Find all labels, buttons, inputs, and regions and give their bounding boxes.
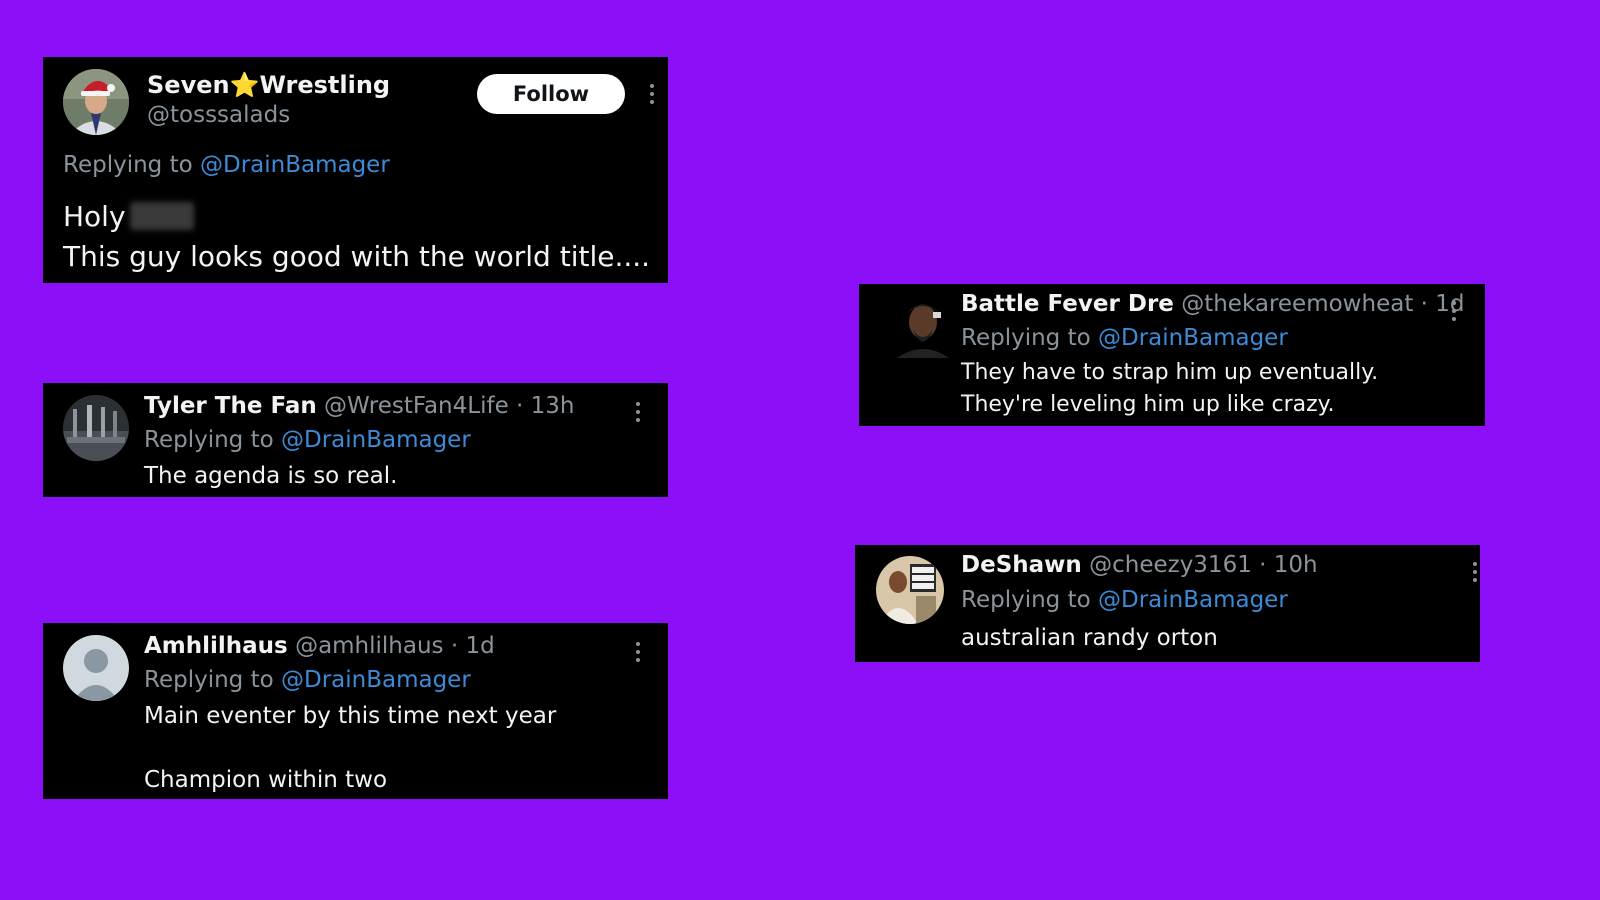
post-text: australian randy orton	[961, 625, 1218, 651]
post-header: Seven⭐Wrestling	[147, 70, 390, 101]
post-header: DeShawn @cheezy3161 · 10h	[961, 550, 1318, 580]
profile-photo-icon	[63, 395, 129, 461]
replying-to: Replying to @DrainBamager	[961, 323, 1288, 353]
timestamp[interactable]: 1d	[465, 633, 494, 659]
profile-photo-icon	[889, 292, 955, 358]
post-text-line: Champion within two	[144, 767, 388, 793]
tweet-card-battle-fever-dre: Battle Fever Dre @thekareemowheat · 1d R…	[859, 284, 1485, 426]
display-name[interactable]: Battle Fever Dre	[961, 291, 1174, 317]
post-text-line: Holy	[63, 197, 650, 237]
user-handle[interactable]: @cheezy3161	[1089, 552, 1252, 578]
tweet-card-seven-wrestling: Seven⭐Wrestling @tosssalads Follow Reply…	[43, 57, 668, 283]
post-header: Amhlilhaus @amhlilhaus · 1d	[144, 631, 495, 661]
post-text-spacer	[144, 732, 556, 764]
mention-link[interactable]: @DrainBamager	[281, 667, 471, 693]
post-text-line: This guy looks good with the world title…	[63, 240, 651, 273]
replying-to-label: Replying to	[144, 427, 281, 453]
more-options-icon[interactable]	[1451, 301, 1457, 323]
profile-photo-icon	[63, 69, 129, 135]
user-handle[interactable]: @thekareemowheat	[1181, 291, 1413, 317]
replying-to-label: Replying to	[144, 667, 281, 693]
post-text: Holy This guy looks good with the world …	[63, 197, 650, 277]
post-text: The agenda is so real.	[144, 463, 398, 489]
avatar[interactable]	[889, 292, 955, 358]
mention-link[interactable]: @DrainBamager	[1098, 325, 1288, 351]
post-header: Tyler The Fan @WrestFan4Life · 13h	[144, 391, 575, 421]
display-name[interactable]: Amhlilhaus	[144, 633, 288, 659]
more-options-icon[interactable]	[635, 402, 641, 424]
timestamp[interactable]: 10h	[1274, 552, 1318, 578]
timestamp[interactable]: 1d	[1435, 291, 1464, 317]
post-header: Battle Fever Dre @thekareemowheat · 1d	[961, 289, 1465, 319]
separator-dot: ·	[1413, 291, 1436, 317]
tweet-card-tyler-the-fan: Tyler The Fan @WrestFan4Life · 13h Reply…	[43, 383, 668, 497]
replying-to-label: Replying to	[63, 152, 200, 178]
mention-link[interactable]: @DrainBamager	[281, 427, 471, 453]
post-text-line: Main eventer by this time next year	[144, 703, 557, 729]
user-handle[interactable]: @WrestFan4Life	[324, 393, 509, 419]
avatar[interactable]	[63, 395, 129, 461]
user-handle[interactable]: @amhlilhaus	[295, 633, 443, 659]
separator-dot: ·	[1251, 552, 1274, 578]
more-options-icon[interactable]	[649, 84, 655, 106]
post-handle-row: @tosssalads	[147, 100, 290, 130]
avatar[interactable]	[876, 556, 944, 624]
follow-button[interactable]: Follow	[477, 74, 625, 114]
tweet-card-deshawn: DeShawn @cheezy3161 · 10h Replying to @D…	[855, 545, 1480, 662]
replying-to-label: Replying to	[961, 587, 1098, 613]
more-options-icon[interactable]	[1472, 562, 1478, 584]
censored-text-blur	[129, 202, 194, 230]
replying-to: Replying to @DrainBamager	[144, 665, 471, 695]
replying-to: Replying to @DrainBamager	[63, 150, 390, 180]
profile-photo-icon	[876, 556, 944, 624]
replying-to-label: Replying to	[961, 325, 1098, 351]
replying-to: Replying to @DrainBamager	[144, 425, 471, 455]
tweet-card-amhlilhaus: Amhlilhaus @amhlilhaus · 1d Replying to …	[43, 623, 668, 799]
post-text-word: Holy	[63, 200, 126, 233]
display-name[interactable]: Seven⭐Wrestling	[147, 71, 390, 99]
default-user-icon	[63, 635, 129, 701]
post-text: Main eventer by this time next year Cham…	[144, 700, 556, 796]
avatar[interactable]	[63, 69, 129, 135]
display-name[interactable]: Tyler The Fan	[144, 393, 317, 419]
separator-dot: ·	[508, 393, 531, 419]
mention-link[interactable]: @DrainBamager	[1098, 587, 1288, 613]
replying-to: Replying to @DrainBamager	[961, 585, 1288, 615]
timestamp[interactable]: 13h	[531, 393, 575, 419]
avatar[interactable]	[63, 635, 129, 701]
user-handle[interactable]: @tosssalads	[147, 102, 290, 128]
post-text: They have to strap him up eventually. Th…	[961, 360, 1379, 417]
display-name[interactable]: DeShawn	[961, 552, 1082, 578]
separator-dot: ·	[443, 633, 466, 659]
more-options-icon[interactable]	[635, 642, 641, 664]
mention-link[interactable]: @DrainBamager	[200, 152, 390, 178]
